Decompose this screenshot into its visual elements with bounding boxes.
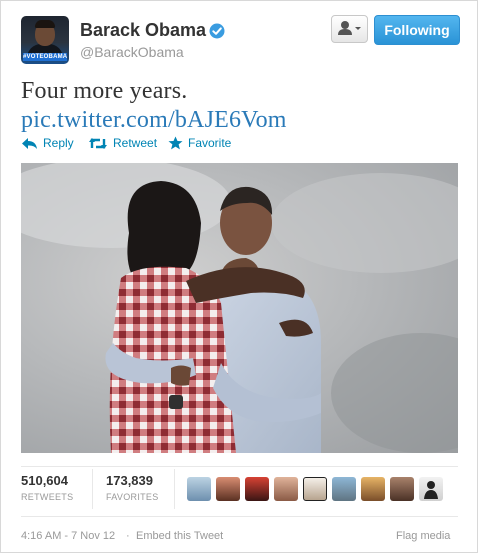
favorite-action[interactable]: Favorite: [168, 136, 231, 150]
stat-separator: [174, 469, 175, 509]
favoriter-avatar[interactable]: [274, 477, 298, 501]
favoriter-avatar[interactable]: [361, 477, 385, 501]
favorites-label: FAVORITES: [106, 492, 159, 502]
favoriter-avatar[interactable]: [216, 477, 240, 501]
reply-action[interactable]: Reply: [21, 136, 74, 150]
tweet-timestamp[interactable]: 4:16 AM - 7 Nov 12: [21, 530, 115, 542]
reply-icon: [22, 137, 37, 149]
favorites-stat[interactable]: 173,839 FAVORITES: [106, 473, 159, 502]
retweets-label: RETWEETS: [21, 492, 74, 502]
person-dropdown-icon: [338, 21, 361, 35]
embrace-photo-illustration: [21, 163, 458, 453]
user-handle[interactable]: @BarackObama: [80, 44, 184, 60]
stats-divider-top: [21, 466, 458, 467]
profile-avatar[interactable]: #VOTEOBAMA: [21, 16, 69, 64]
retweet-icon: [89, 137, 107, 149]
star-icon: [168, 136, 183, 150]
retweets-stat[interactable]: 510,604 RETWEETS: [21, 473, 73, 502]
tweet-text: Four more years.: [21, 78, 188, 104]
reply-label: Reply: [43, 136, 74, 150]
avatar-tag: #VOTEOBAMA: [23, 53, 68, 61]
avatar-hair: [35, 20, 55, 28]
favoriter-avatar[interactable]: [419, 477, 443, 501]
verified-badge-icon: [209, 23, 225, 39]
flag-media-link[interactable]: Flag media: [396, 530, 450, 542]
embed-tweet-link[interactable]: Embed this Tweet: [136, 530, 223, 542]
tweet-media-link[interactable]: pic.twitter.com/bAJE6Vom: [21, 107, 287, 134]
retweet-label: Retweet: [113, 136, 158, 150]
stats-divider-bottom: [21, 516, 458, 517]
favoriter-avatar[interactable]: [245, 477, 269, 501]
stat-separator: [92, 469, 93, 509]
tweet-card: #VOTEOBAMA Barack Obama @BarackObama Fol…: [0, 0, 478, 553]
tweet-photo[interactable]: [21, 163, 458, 453]
favoriter-avatar[interactable]: [390, 477, 414, 501]
favorites-count: 173,839: [106, 473, 153, 488]
following-button[interactable]: Following: [374, 15, 460, 45]
footer-separator: ·: [126, 530, 130, 542]
user-name[interactable]: Barack Obama: [80, 20, 206, 41]
favoriter-avatar[interactable]: [187, 477, 211, 501]
user-actions-button[interactable]: [331, 15, 368, 43]
favoriter-avatar[interactable]: [332, 477, 356, 501]
person-silhouette-icon: [424, 481, 438, 499]
favoriter-avatar[interactable]: [303, 477, 327, 501]
retweet-action[interactable]: Retweet: [88, 136, 157, 150]
favorite-label: Favorite: [188, 136, 232, 150]
retweets-count: 510,604: [21, 473, 68, 488]
